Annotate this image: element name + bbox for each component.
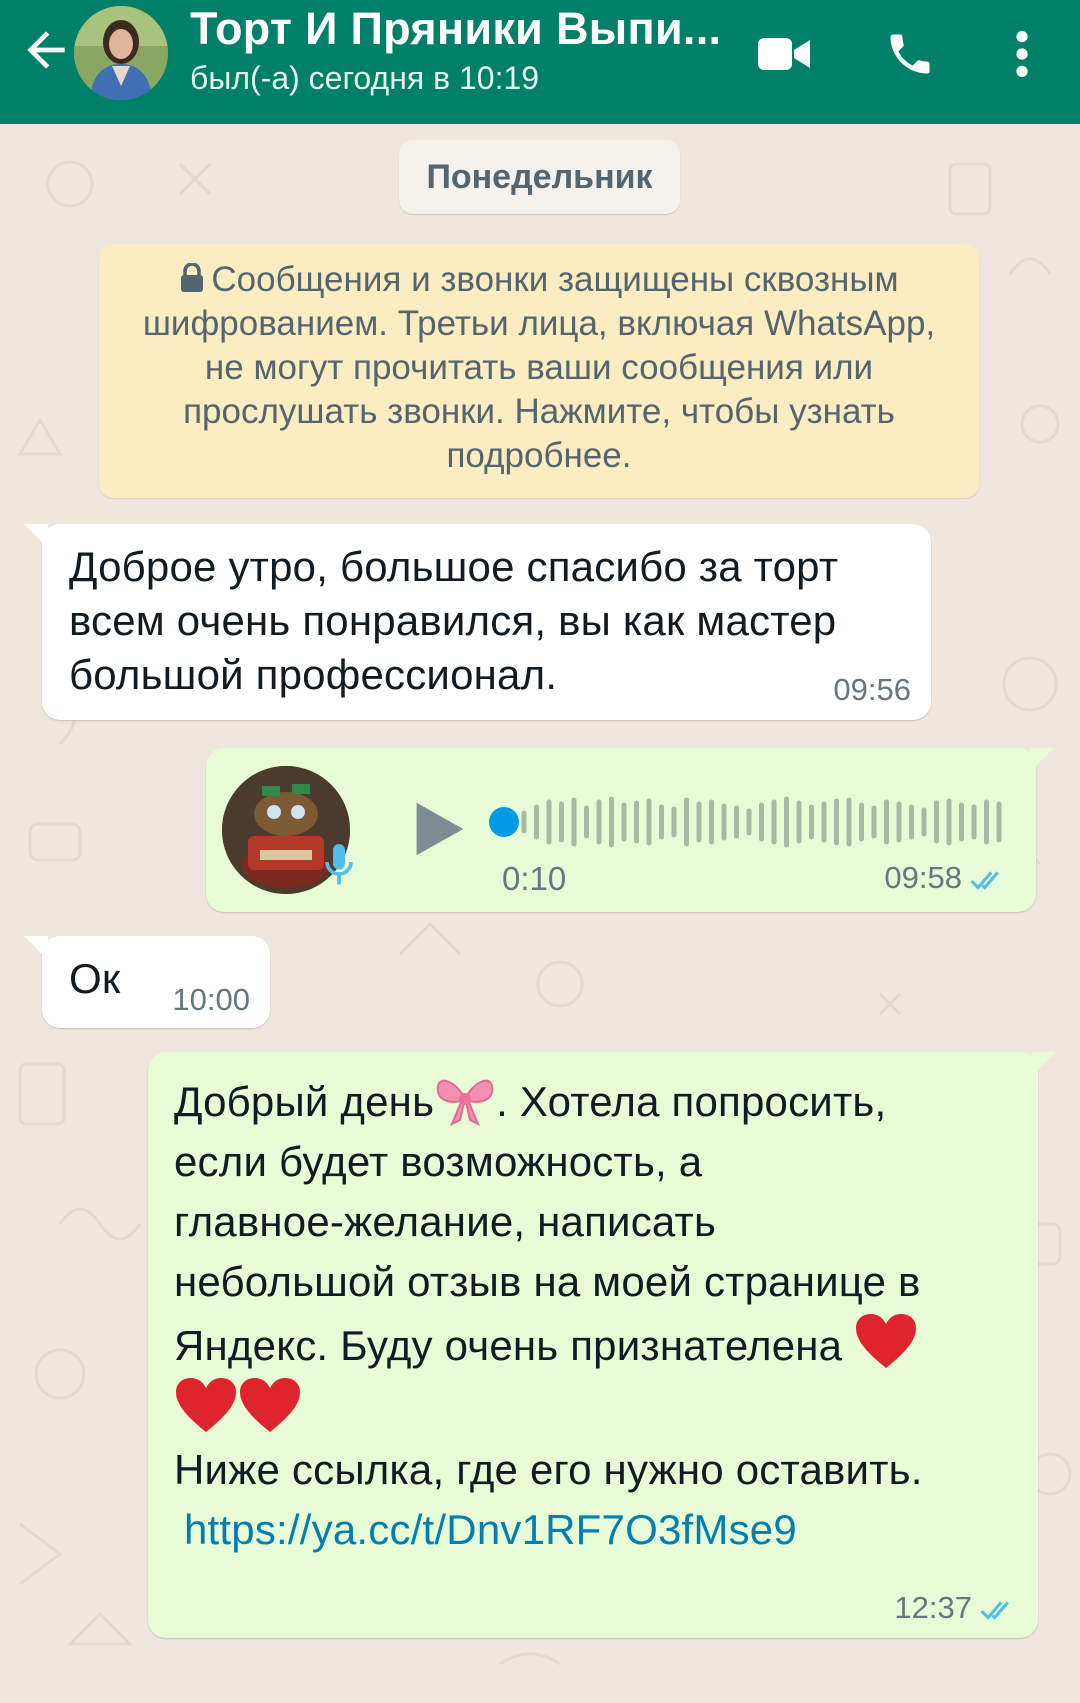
more-options-button[interactable] (990, 20, 1054, 88)
playback-scrubber[interactable] (489, 807, 519, 837)
double-check-read-icon (970, 871, 999, 890)
message-time: 12:37 (894, 1590, 1020, 1626)
date-divider: Понедельник (399, 140, 680, 214)
message-time: 09:58 (884, 860, 1010, 896)
ribbon-emoji (436, 1079, 494, 1126)
last-seen-status: был(-а) сегодня в 10:19 (190, 60, 540, 96)
message-line: главное-желание, написать (174, 1198, 717, 1245)
chat-area[interactable]: Понедельник Сообщения и звонки защищены … (0, 124, 1080, 1703)
incoming-message[interactable]: Доброе утро, большое спасибо за торт все… (24, 524, 931, 720)
outgoing-voice-message[interactable]: 0:10 09:58 (206, 748, 1054, 912)
heart-emoji (176, 1378, 236, 1432)
arrow-back-icon (27, 31, 65, 69)
bubble-tail (1032, 1052, 1056, 1076)
message-text: Ок (69, 955, 121, 1002)
video-call-icon (758, 38, 810, 70)
review-link[interactable]: https://ya.cc/t/Dnv1RF7O3fMse9 (184, 1506, 797, 1553)
message-line: небольшой отзыв на моей странице в (174, 1258, 921, 1305)
bubble-tail (1030, 748, 1054, 772)
incoming-message[interactable]: Ок 10:00 (24, 936, 270, 1028)
voice-duration: 0:10 (502, 860, 567, 897)
video-call-button[interactable] (750, 20, 818, 88)
play-icon[interactable] (402, 794, 472, 864)
contact-avatar[interactable] (74, 6, 168, 100)
message-line: Яндекс. Буду очень признателена (174, 1312, 1024, 1376)
message-text: Доброе утро, большое спасибо за торт все… (69, 543, 839, 698)
phone-icon (890, 34, 930, 74)
message-time: 09:56 (833, 672, 911, 707)
outgoing-message[interactable]: Добрый день . Хотела попросить, если буд… (148, 1052, 1056, 1638)
voice-call-button[interactable] (876, 20, 944, 88)
message-line: Ниже ссылка, где его нужно оставить. (174, 1446, 923, 1493)
double-check-read-icon (980, 1601, 1009, 1620)
bubble-tail (24, 936, 48, 960)
more-vert-icon (1016, 31, 1028, 77)
encryption-notice[interactable]: Сообщения и звонки защищены сквозным шиф… (99, 244, 979, 498)
message-line (174, 1376, 1024, 1440)
message-text: Добрый день . Хотела попросить, если буд… (174, 1072, 1024, 1560)
voice-waveform[interactable] (488, 792, 1008, 852)
chat-title-block[interactable]: Торт И Пряники Выпи... был(-а) сегодня в… (190, 2, 730, 98)
chat-header: Торт И Пряники Выпи... был(-а) сегодня в… (0, 0, 1080, 124)
bubble-tail (24, 524, 48, 548)
heart-emoji (240, 1378, 300, 1432)
lock-icon (181, 263, 204, 292)
message-line: если будет возможность, а (174, 1138, 703, 1185)
chat-title: Торт И Пряники Выпи... (190, 3, 722, 54)
back-button[interactable] (18, 22, 74, 78)
microphone-icon (325, 844, 353, 885)
heart-emoji (856, 1314, 917, 1368)
message-line: Добрый день . Хотела попросить, (174, 1072, 1024, 1132)
encryption-notice-text: Сообщения и звонки защищены сквозным шиф… (142, 260, 936, 475)
message-time: 10:00 (172, 982, 250, 1017)
